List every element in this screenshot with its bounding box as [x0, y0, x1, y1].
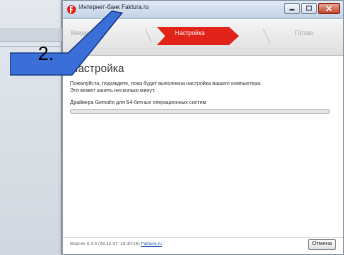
maximize-icon [306, 5, 312, 11]
callout-number: 2. [38, 44, 54, 65]
minimize-button[interactable] [284, 3, 300, 14]
maximize-button[interactable] [301, 3, 317, 14]
cancel-button[interactable]: Отмена [308, 239, 336, 250]
callout-arrow-icon [10, 10, 124, 76]
close-button[interactable] [318, 3, 340, 14]
step-separator [255, 29, 271, 43]
minimize-icon [289, 8, 295, 11]
step-done: Готово [295, 31, 314, 37]
faktura-link[interactable]: Faktura.ru [141, 241, 162, 246]
step-separator [137, 29, 153, 43]
version-text: Версия 6.3.9 (08.12.07, 18:30:19) [70, 241, 140, 246]
footer-divider [63, 237, 343, 238]
window-controls [284, 3, 340, 14]
current-task-label: Драйвера Gemalto для 64-битных операцион… [70, 100, 207, 106]
close-icon [326, 5, 332, 12]
description-line: Это может занять несколько минут. [70, 88, 156, 94]
version-info: Версия 6.3.9 (08.12.07, 18:30:19) Faktur… [70, 241, 162, 246]
progress-bar [70, 109, 330, 114]
step-setup: Настройка [175, 31, 205, 37]
